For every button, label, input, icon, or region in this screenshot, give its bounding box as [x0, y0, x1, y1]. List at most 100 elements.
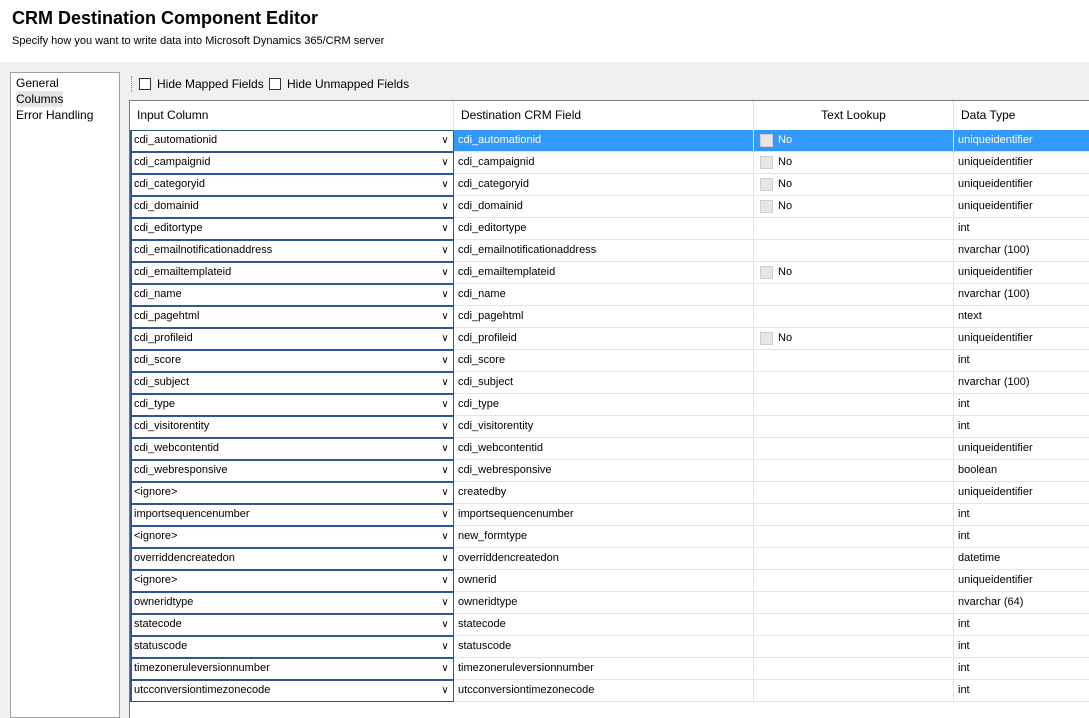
table-row[interactable]: importsequencenumber ∨ importsequencenumbe…: [130, 504, 1089, 526]
header-input-column[interactable]: Input Column: [130, 101, 454, 130]
table-row[interactable]: <ignore> ∨ createdby uniqueidentifier: [130, 482, 1089, 504]
chevron-down-icon[interactable]: ∨: [440, 153, 450, 173]
chevron-down-icon[interactable]: ∨: [440, 681, 450, 701]
table-row[interactable]: <ignore> ∨ new_formtype int: [130, 526, 1089, 548]
destination-field-cell[interactable]: cdi_visitorentity: [454, 416, 754, 438]
hide-unmapped-fields-checkbox[interactable]: Hide Unmapped Fields: [269, 76, 409, 92]
destination-field-cell[interactable]: cdi_pagehtml: [454, 306, 754, 328]
input-column-select[interactable]: cdi_campaignid ∨: [130, 152, 454, 174]
text-lookup-cell[interactable]: No: [754, 196, 954, 218]
input-column-select[interactable]: <ignore> ∨: [130, 482, 454, 504]
chevron-down-icon[interactable]: ∨: [440, 395, 450, 415]
destination-field-cell[interactable]: cdi_emailnotificationaddress: [454, 240, 754, 262]
table-row[interactable]: timezoneruleversionnumber ∨ timezoneruleve…: [130, 658, 1089, 680]
chevron-down-icon[interactable]: ∨: [440, 417, 450, 437]
destination-field-cell[interactable]: cdi_type: [454, 394, 754, 416]
destination-field-cell[interactable]: cdi_profileid: [454, 328, 754, 350]
destination-field-cell[interactable]: cdi_name: [454, 284, 754, 306]
input-column-select[interactable]: timezoneruleversionnumber ∨: [130, 658, 454, 680]
chevron-down-icon[interactable]: ∨: [440, 329, 450, 349]
input-column-select[interactable]: cdi_emailtemplateid ∨: [130, 262, 454, 284]
destination-field-cell[interactable]: cdi_webresponsive: [454, 460, 754, 482]
hide-mapped-fields-checkbox[interactable]: Hide Mapped Fields: [139, 76, 264, 92]
toolbar-grip[interactable]: [131, 76, 134, 92]
destination-field-cell[interactable]: cdi_editortype: [454, 218, 754, 240]
input-column-select[interactable]: cdi_name ∨: [130, 284, 454, 306]
chevron-down-icon[interactable]: ∨: [440, 219, 450, 239]
text-lookup-checkbox[interactable]: [760, 332, 773, 345]
chevron-down-icon[interactable]: ∨: [440, 637, 450, 657]
destination-field-cell[interactable]: cdi_campaignid: [454, 152, 754, 174]
destination-field-cell[interactable]: ownerid: [454, 570, 754, 592]
input-column-select[interactable]: owneridtype ∨: [130, 592, 454, 614]
table-row[interactable]: cdi_subject ∨ cdi_subject nvarchar (100): [130, 372, 1089, 394]
input-column-select[interactable]: cdi_automationid ∨: [130, 130, 454, 152]
text-lookup-cell[interactable]: No: [754, 262, 954, 284]
chevron-down-icon[interactable]: ∨: [440, 461, 450, 481]
nav-item-columns[interactable]: Columns: [16, 91, 64, 107]
chevron-down-icon[interactable]: ∨: [440, 131, 450, 151]
nav-item-general[interactable]: General: [16, 75, 59, 91]
chevron-down-icon[interactable]: ∨: [440, 527, 450, 547]
destination-field-cell[interactable]: cdi_subject: [454, 372, 754, 394]
input-column-select[interactable]: importsequencenumber ∨: [130, 504, 454, 526]
table-row[interactable]: cdi_profileid ∨ cdi_profileid No uniqueident…: [130, 328, 1089, 350]
destination-field-cell[interactable]: cdi_webcontentid: [454, 438, 754, 460]
table-row[interactable]: cdi_webcontentid ∨ cdi_webcontentid uniquei…: [130, 438, 1089, 460]
table-row[interactable]: cdi_automationid ∨ cdi_automationid No uniqu…: [130, 130, 1089, 152]
table-row[interactable]: cdi_name ∨ cdi_name nvarchar (100): [130, 284, 1089, 306]
chevron-down-icon[interactable]: ∨: [440, 571, 450, 591]
destination-field-cell[interactable]: overriddencreatedon: [454, 548, 754, 570]
table-row[interactable]: overriddencreatedon ∨ overriddencreatedon d…: [130, 548, 1089, 570]
table-row[interactable]: cdi_domainid ∨ cdi_domainid No uniqueidentif…: [130, 196, 1089, 218]
header-data-type[interactable]: Data Type: [954, 101, 1089, 130]
text-lookup-cell[interactable]: No: [754, 174, 954, 196]
table-row[interactable]: cdi_type ∨ cdi_type int: [130, 394, 1089, 416]
table-row[interactable]: statuscode ∨ statuscode int: [130, 636, 1089, 658]
hide-unmapped-checkbox-box[interactable]: [269, 78, 281, 90]
nav-item-error-handling[interactable]: Error Handling: [16, 107, 93, 123]
destination-field-cell[interactable]: cdi_emailtemplateid: [454, 262, 754, 284]
chevron-down-icon[interactable]: ∨: [440, 351, 450, 371]
input-column-select[interactable]: cdi_webresponsive ∨: [130, 460, 454, 482]
input-column-select[interactable]: utcconversiontimezonecode ∨: [130, 680, 454, 702]
table-row[interactable]: statecode ∨ statecode int: [130, 614, 1089, 636]
chevron-down-icon[interactable]: ∨: [440, 263, 450, 283]
text-lookup-checkbox[interactable]: [760, 200, 773, 213]
chevron-down-icon[interactable]: ∨: [440, 373, 450, 393]
table-row[interactable]: utcconversiontimezonecode ∨ utcconversiont…: [130, 680, 1089, 702]
chevron-down-icon[interactable]: ∨: [440, 593, 450, 613]
input-column-select[interactable]: cdi_categoryid ∨: [130, 174, 454, 196]
destination-field-cell[interactable]: cdi_score: [454, 350, 754, 372]
chevron-down-icon[interactable]: ∨: [440, 307, 450, 327]
table-row[interactable]: owneridtype ∨ owneridtype nvarchar (64): [130, 592, 1089, 614]
chevron-down-icon[interactable]: ∨: [440, 659, 450, 679]
chevron-down-icon[interactable]: ∨: [440, 241, 450, 261]
chevron-down-icon[interactable]: ∨: [440, 615, 450, 635]
destination-field-cell[interactable]: new_formtype: [454, 526, 754, 548]
table-row[interactable]: cdi_webresponsive ∨ cdi_webresponsive boole…: [130, 460, 1089, 482]
input-column-select[interactable]: cdi_score ∨: [130, 350, 454, 372]
input-column-select[interactable]: cdi_webcontentid ∨: [130, 438, 454, 460]
destination-field-cell[interactable]: cdi_domainid: [454, 196, 754, 218]
text-lookup-checkbox[interactable]: [760, 178, 773, 191]
text-lookup-checkbox[interactable]: [760, 134, 773, 147]
text-lookup-cell[interactable]: No: [754, 130, 954, 152]
input-column-select[interactable]: cdi_subject ∨: [130, 372, 454, 394]
input-column-select[interactable]: cdi_emailnotificationaddress ∨: [130, 240, 454, 262]
input-column-select[interactable]: statecode ∨: [130, 614, 454, 636]
input-column-select[interactable]: cdi_domainid ∨: [130, 196, 454, 218]
text-lookup-checkbox[interactable]: [760, 266, 773, 279]
table-row[interactable]: <ignore> ∨ ownerid uniqueidentifier: [130, 570, 1089, 592]
input-column-select[interactable]: cdi_type ∨: [130, 394, 454, 416]
text-lookup-cell[interactable]: No: [754, 328, 954, 350]
input-column-select[interactable]: <ignore> ∨: [130, 570, 454, 592]
destination-field-cell[interactable]: timezoneruleversionnumber: [454, 658, 754, 680]
text-lookup-checkbox[interactable]: [760, 156, 773, 169]
table-row[interactable]: cdi_score ∨ cdi_score int: [130, 350, 1089, 372]
table-row[interactable]: cdi_emailtemplateid ∨ cdi_emailtemplateid N…: [130, 262, 1089, 284]
input-column-select[interactable]: statuscode ∨: [130, 636, 454, 658]
input-column-select[interactable]: <ignore> ∨: [130, 526, 454, 548]
chevron-down-icon[interactable]: ∨: [440, 549, 450, 569]
destination-field-cell[interactable]: cdi_automationid: [454, 130, 754, 152]
